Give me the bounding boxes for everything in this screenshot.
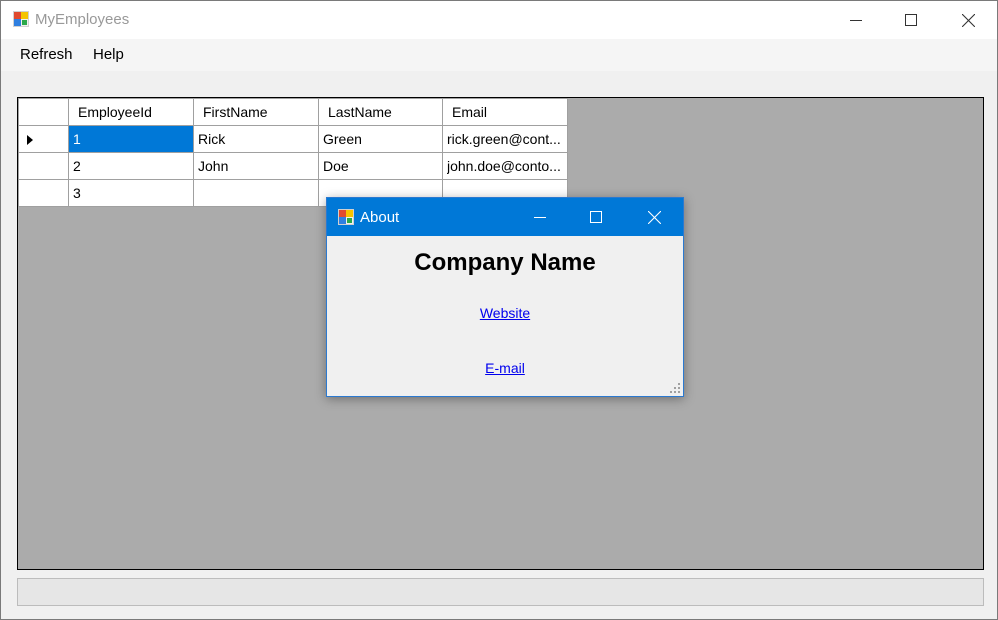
website-link[interactable]: Website	[327, 305, 683, 321]
dialog-title-bar[interactable]: About	[327, 198, 683, 236]
minimize-icon	[850, 20, 862, 21]
grid-corner-cell[interactable]	[18, 98, 69, 126]
cell-email-text: john.doe@conto...	[447, 158, 561, 174]
row-header[interactable]	[18, 152, 69, 180]
cell-employeeid[interactable]: 2	[68, 152, 194, 180]
column-header-firstname[interactable]: FirstName	[193, 98, 319, 126]
company-name-label: Company Name	[414, 249, 596, 276]
maximize-button[interactable]	[882, 1, 940, 39]
row-header[interactable]	[18, 179, 69, 207]
dialog-maximize-button[interactable]	[568, 198, 624, 236]
cell-email[interactable]: john.doe@conto...	[442, 152, 568, 180]
grid-table: EmployeeId FirstName LastName Email 1 Ri…	[18, 98, 568, 207]
cell-email-text: rick.green@cont...	[447, 131, 561, 147]
table-row[interactable]: 1 Rick Green rick.green@cont...	[18, 125, 568, 153]
cell-lastname[interactable]: Green	[318, 125, 443, 153]
close-icon	[647, 210, 661, 224]
cell-email[interactable]: rick.green@cont...	[442, 125, 568, 153]
title-bar[interactable]: MyEmployees	[1, 1, 997, 39]
close-button[interactable]	[939, 1, 997, 39]
close-icon	[961, 13, 975, 27]
minimize-button[interactable]	[827, 1, 885, 39]
menu-refresh[interactable]: Refresh	[13, 45, 80, 65]
cell-firstname[interactable]	[193, 179, 319, 207]
cell-lastname[interactable]: Doe	[318, 152, 443, 180]
cell-employeeid[interactable]: 1	[68, 125, 194, 153]
column-header-email[interactable]: Email	[442, 98, 568, 126]
status-strip	[17, 578, 984, 606]
cell-firstname[interactable]: Rick	[193, 125, 319, 153]
grid-header-row: EmployeeId FirstName LastName Email	[18, 98, 568, 126]
menu-help[interactable]: Help	[86, 45, 131, 65]
table-row[interactable]: 2 John Doe john.doe@conto...	[18, 152, 568, 180]
row-pointer-icon	[27, 135, 33, 145]
app-window-icon	[13, 11, 29, 27]
resize-grip-icon[interactable]	[669, 382, 681, 394]
column-header-employeeid[interactable]: EmployeeId	[68, 98, 194, 126]
dialog-close-button[interactable]	[626, 198, 682, 236]
row-header[interactable]	[18, 125, 69, 153]
window-title: MyEmployees	[35, 11, 130, 28]
maximize-icon	[590, 211, 602, 223]
dialog-minimize-button[interactable]	[512, 198, 568, 236]
column-header-lastname[interactable]: LastName	[318, 98, 443, 126]
email-link[interactable]: E-mail	[327, 360, 683, 376]
app-window-icon	[338, 209, 354, 225]
cell-firstname[interactable]: John	[193, 152, 319, 180]
menu-bar: Refresh Help	[1, 39, 997, 71]
dialog-title: About	[360, 209, 400, 226]
about-dialog: About Company Name Website E-mail	[326, 197, 684, 397]
minimize-icon	[534, 217, 546, 218]
maximize-icon	[905, 14, 917, 26]
cell-employeeid[interactable]: 3	[68, 179, 194, 207]
